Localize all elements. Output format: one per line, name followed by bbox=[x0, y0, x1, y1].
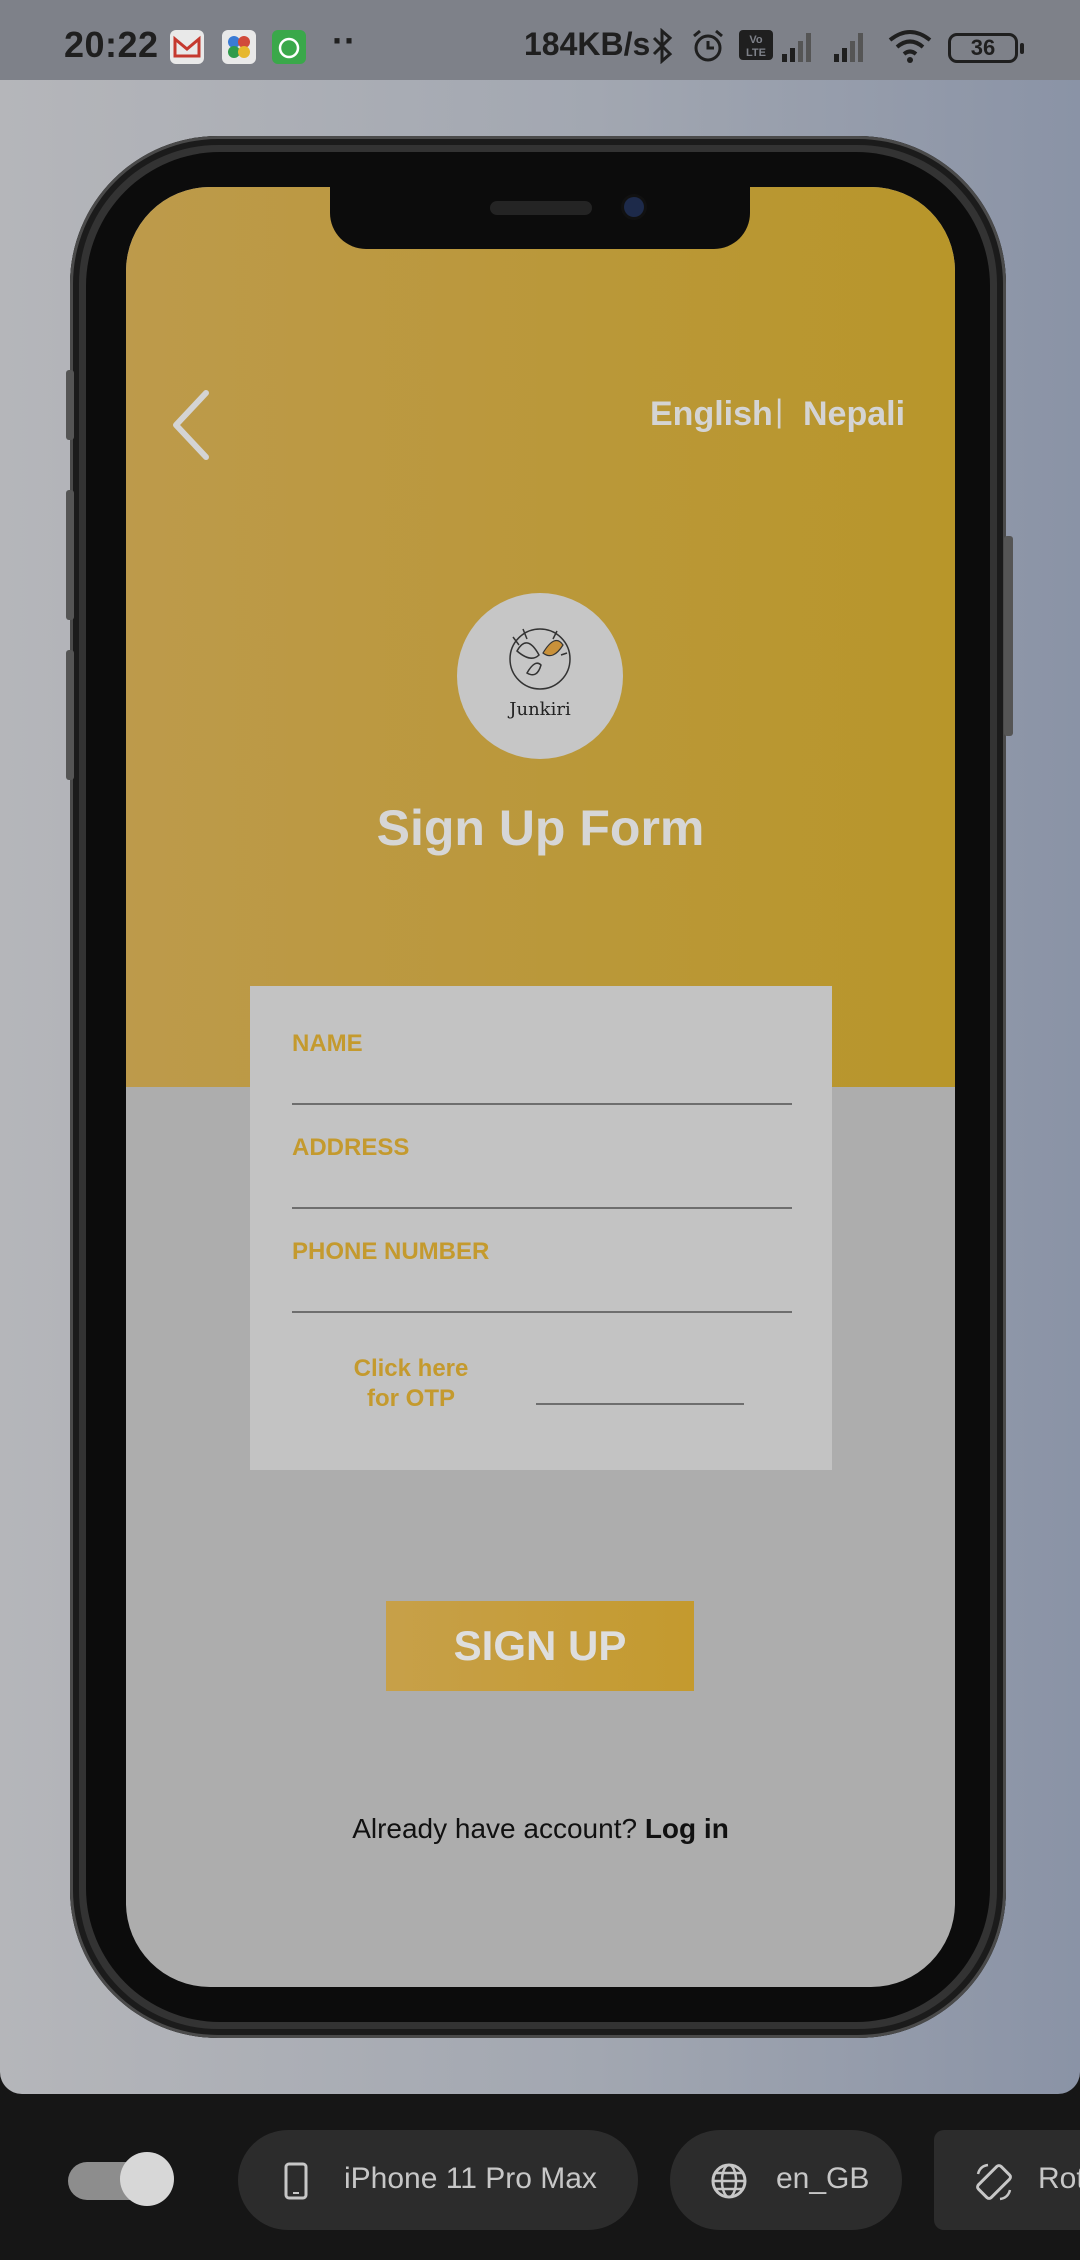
battery-icon: 36 bbox=[948, 33, 1024, 63]
app-icon bbox=[272, 30, 306, 64]
signup-button[interactable]: SIGN UP bbox=[386, 1601, 694, 1691]
svg-text:LTE: LTE bbox=[746, 47, 766, 59]
signup-form-card: NAME ADDRESS PHONE NUMBER Click here for… bbox=[250, 986, 832, 1470]
volte-icon: Vo LTE bbox=[738, 28, 774, 67]
device-name: iPhone 11 Pro Max bbox=[344, 2162, 597, 2195]
locale-selector[interactable]: en_GB bbox=[670, 2130, 902, 2230]
language-english-link[interactable]: English bbox=[650, 395, 773, 434]
alarm-icon bbox=[690, 28, 726, 69]
power-button bbox=[1004, 536, 1013, 736]
rotate-button[interactable]: Rot bbox=[934, 2130, 1080, 2230]
login-prompt: Already have account? bbox=[352, 1813, 638, 1844]
volume-down-button bbox=[66, 650, 74, 780]
svg-text:Vo: Vo bbox=[749, 34, 763, 46]
globe-icon bbox=[710, 2162, 748, 2208]
gmail-icon bbox=[170, 30, 204, 64]
phone-icon bbox=[284, 2162, 308, 2208]
speaker bbox=[490, 201, 592, 215]
name-label: NAME bbox=[292, 1030, 363, 1057]
notch bbox=[330, 187, 750, 249]
address-input[interactable] bbox=[292, 1207, 792, 1209]
preview-toggle[interactable] bbox=[68, 2152, 174, 2206]
rotate-icon bbox=[974, 2162, 1014, 2210]
language-separator: | bbox=[775, 393, 784, 429]
preview-toolbar: iPhone 11 Pro Max en_GB Rot bbox=[0, 2094, 1080, 2260]
volume-up-button bbox=[66, 490, 74, 620]
address-label: ADDRESS bbox=[292, 1134, 410, 1161]
signal-icon bbox=[780, 28, 820, 69]
device-selector[interactable]: iPhone 11 Pro Max bbox=[238, 2130, 638, 2230]
otp-input[interactable] bbox=[536, 1403, 744, 1405]
phone-label: PHONE NUMBER bbox=[292, 1238, 490, 1265]
status-bar: 20:22 ·· 184KB/s Vo LTE 36 bbox=[0, 0, 1080, 80]
signal-icon-2 bbox=[832, 28, 872, 69]
page-title: Sign Up Form bbox=[376, 800, 705, 856]
login-link[interactable]: Log in bbox=[645, 1813, 729, 1844]
rotate-label: Rot bbox=[1038, 2162, 1080, 2195]
app-screen: English | Nepali Junkiri Sign Up Form NA… bbox=[126, 187, 955, 1987]
otp-button[interactable]: Click here for OTP bbox=[346, 1354, 476, 1414]
bluetooth-icon bbox=[648, 27, 676, 69]
back-button[interactable] bbox=[162, 387, 222, 463]
chevron-left-icon bbox=[173, 390, 209, 460]
photos-icon bbox=[222, 30, 256, 64]
name-input[interactable] bbox=[292, 1103, 792, 1105]
network-speed: 184KB/s bbox=[524, 26, 651, 62]
language-nepali-link[interactable]: Nepali bbox=[803, 395, 905, 434]
more-notifications-icon: ·· bbox=[332, 20, 356, 61]
butterfly-logo-icon bbox=[509, 628, 571, 690]
wifi-icon bbox=[888, 28, 932, 69]
mute-switch bbox=[66, 370, 74, 440]
front-camera bbox=[624, 197, 644, 217]
logo-text: Junkiri bbox=[509, 699, 571, 720]
locale-name: en_GB bbox=[776, 2162, 870, 2195]
phone-input[interactable] bbox=[292, 1311, 792, 1313]
login-row: Already have account? Log in bbox=[126, 1813, 955, 1845]
device-preview: English | Nepali Junkiri Sign Up Form NA… bbox=[0, 80, 1080, 2094]
app-logo: Junkiri bbox=[457, 593, 623, 759]
status-time: 20:22 bbox=[64, 24, 159, 65]
toggle-knob bbox=[120, 2152, 174, 2206]
